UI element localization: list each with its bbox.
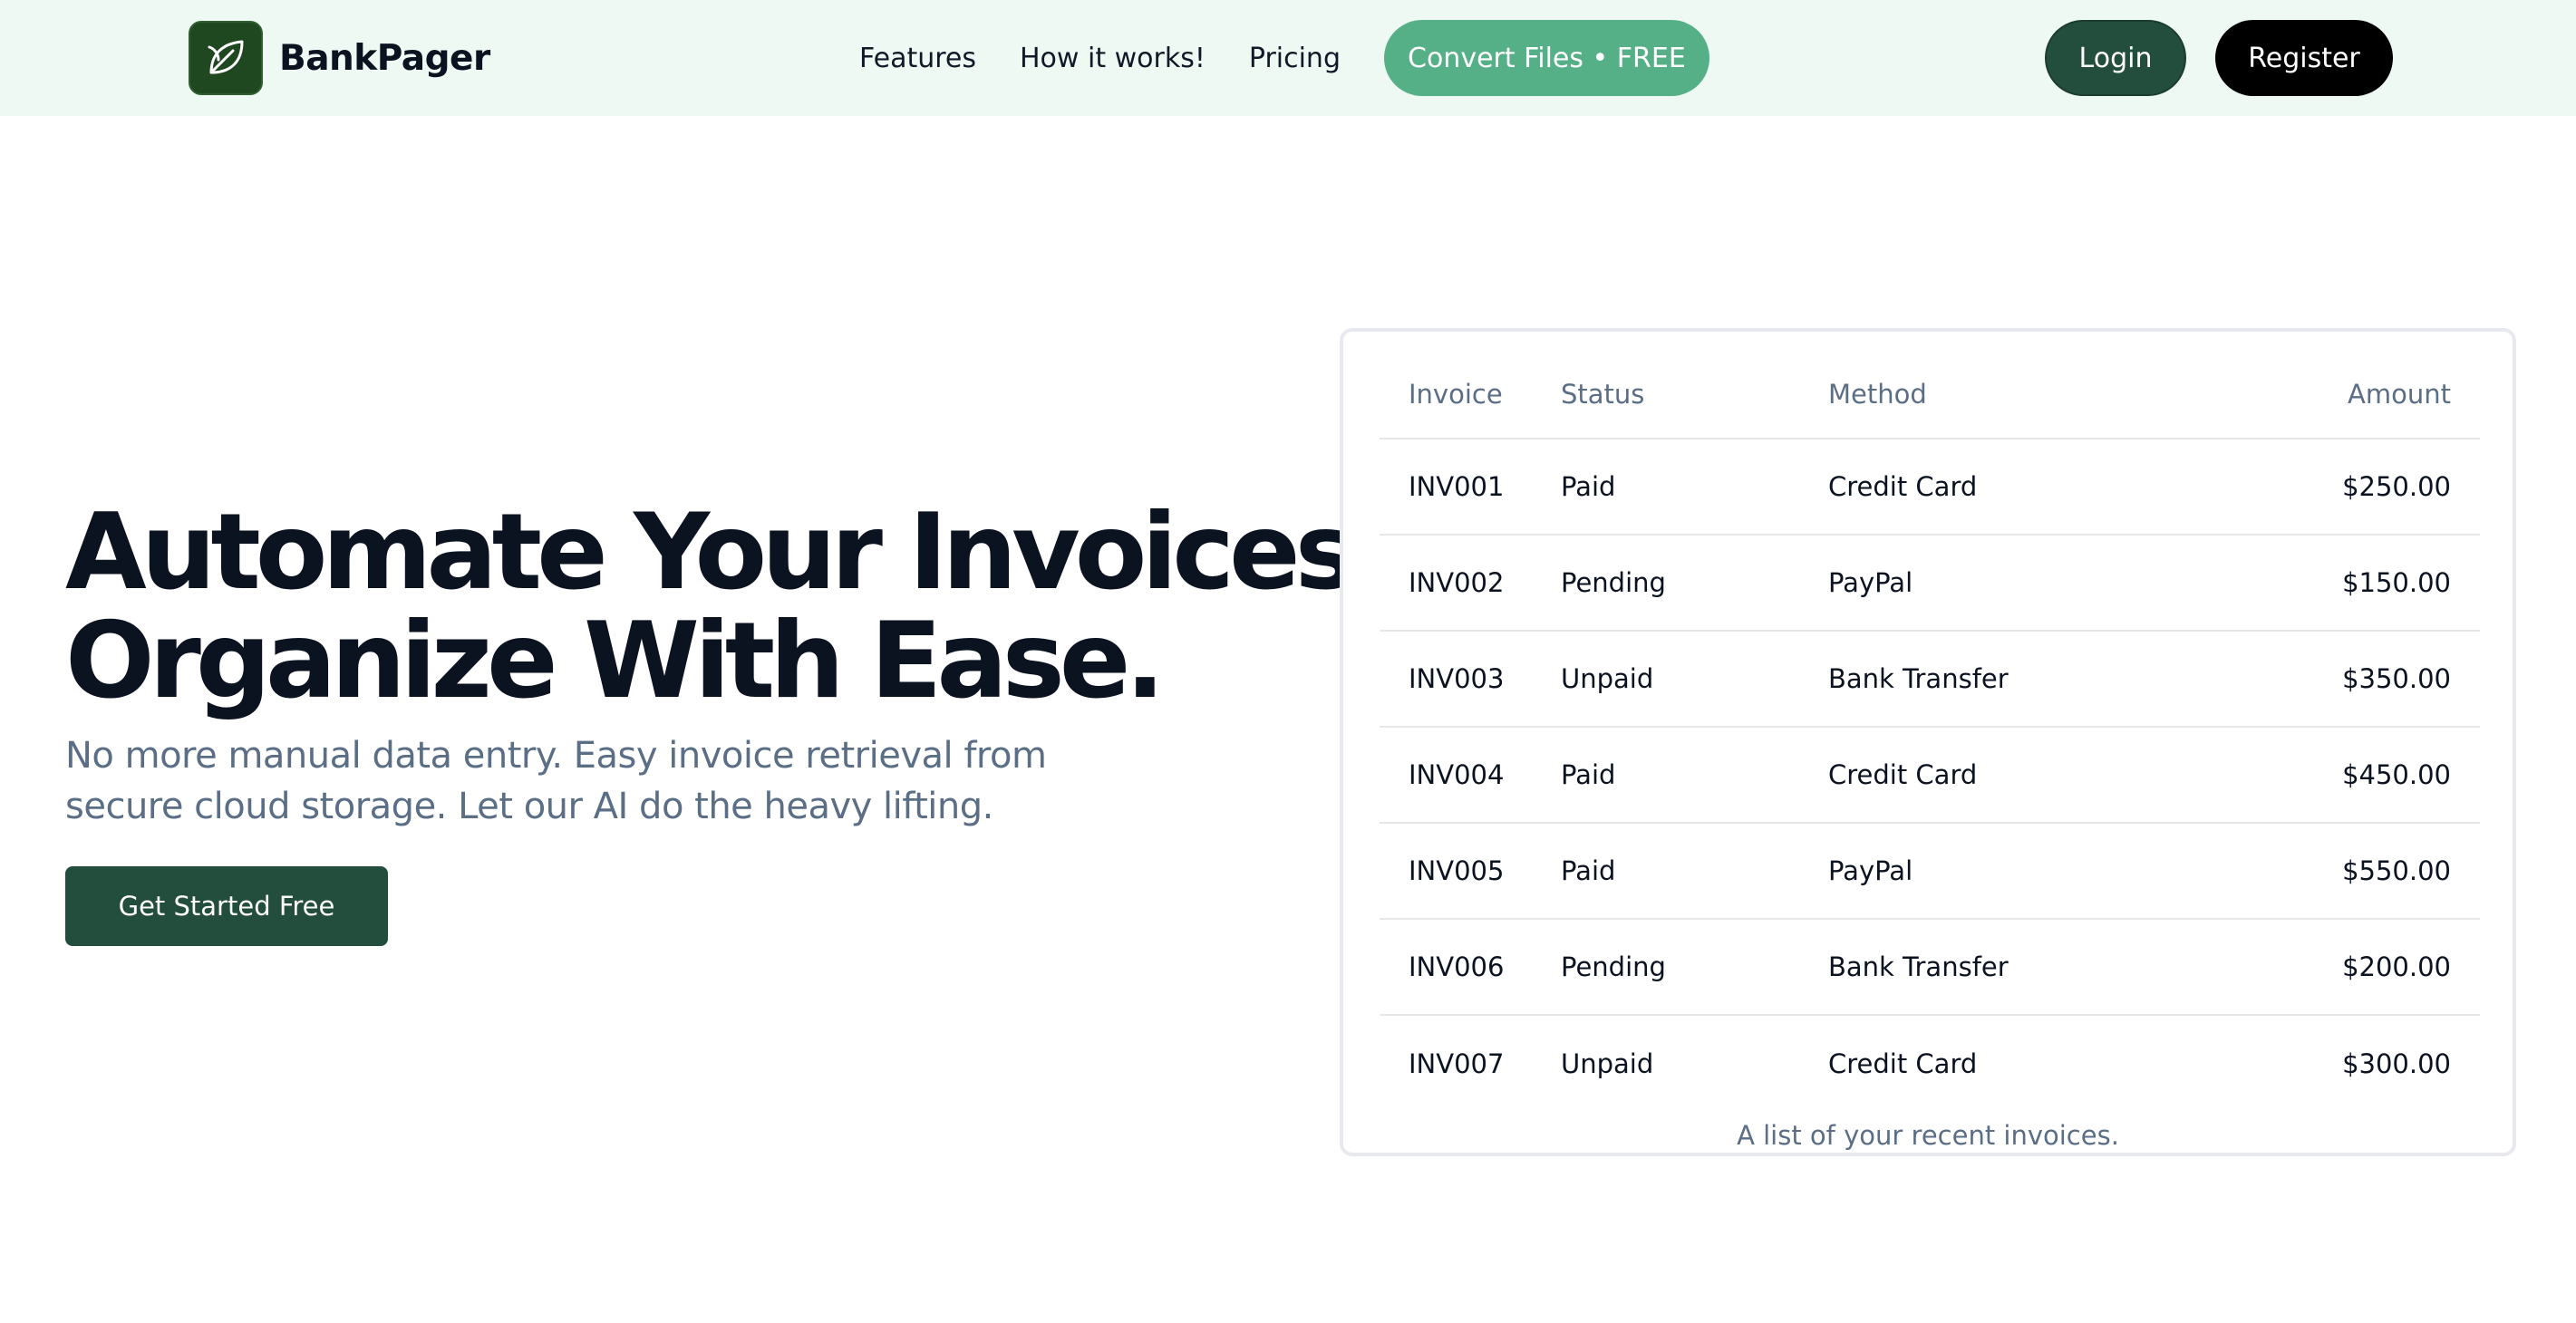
invoice-id-cell: INV007: [1409, 1048, 1505, 1079]
method-cell: Bank Transfer: [1828, 631, 2263, 728]
status-cell: Paid: [1561, 823, 1828, 920]
amount-cell: $300.00: [2342, 1048, 2451, 1079]
status-cell: Pending: [1561, 535, 1828, 632]
invoice-id-cell: INV004: [1380, 727, 1561, 824]
convert-files-button[interactable]: Convert Files • FREE: [1384, 20, 1709, 96]
amount-cell: $150.00: [2263, 535, 2480, 632]
table-caption: A list of your recent invoices.: [1737, 1120, 2119, 1151]
top-navbar: BankPager Features How it works! Pricing…: [0, 0, 2576, 116]
hero-headline: Automate Your Invoices. Organize With Ea…: [65, 491, 1392, 722]
invoice-table-card: Invoice Status Method Amount INV001 Paid…: [1340, 328, 2516, 1156]
column-header-method: Method: [1828, 350, 2263, 439]
invoice-id-cell: INV003: [1380, 631, 1561, 728]
invoice-id-cell: INV005: [1380, 823, 1561, 920]
method-cell: Credit Card: [1828, 439, 2263, 536]
get-started-button[interactable]: Get Started Free: [65, 866, 388, 946]
nav-link-how-it-works[interactable]: How it works!: [1020, 43, 1206, 74]
table-row: INV005 Paid PayPal $550.00: [1380, 823, 2480, 920]
column-header-status: Status: [1561, 350, 1828, 439]
nav-link-features[interactable]: Features: [859, 43, 976, 74]
amount-cell: $450.00: [2263, 727, 2480, 824]
method-cell: PayPal: [1828, 823, 2263, 920]
login-button[interactable]: Login: [2045, 20, 2186, 96]
column-header-amount: Amount: [2263, 350, 2480, 439]
invoice-id-cell: INV002: [1380, 535, 1561, 632]
status-cell: Pending: [1561, 919, 1828, 1016]
table-row: INV004 Paid Credit Card $450.00: [1380, 727, 2480, 824]
method-cell: Credit Card: [1828, 727, 2263, 824]
status-cell: Paid: [1561, 439, 1828, 536]
hero-section: Automate Your Invoices. Organize With Ea…: [65, 491, 1392, 946]
hero-subtext: No more manual data entry. Easy invoice …: [65, 735, 1047, 827]
table-row: INV003 Unpaid Bank Transfer $350.00: [1380, 631, 2480, 728]
table-row: INV001 Paid Credit Card $250.00: [1380, 439, 2480, 536]
table-row: INV002 Pending PayPal $150.00: [1380, 535, 2480, 632]
table-row: INV007 Unpaid Credit Card $300.00: [1380, 1015, 2480, 1111]
invoice-id-cell: INV006: [1380, 919, 1561, 1016]
status-cell: Paid: [1561, 727, 1828, 824]
method-cell: Bank Transfer: [1828, 919, 2263, 1016]
invoice-table: Invoice Status Method Amount INV001 Paid…: [1380, 350, 2480, 1111]
method-cell: Credit Card: [1828, 1048, 1978, 1079]
amount-cell: $200.00: [2263, 919, 2480, 1016]
nav-link-pricing[interactable]: Pricing: [1249, 43, 1341, 74]
table-header-row: Invoice Status Method Amount: [1380, 350, 2480, 439]
register-button[interactable]: Register: [2215, 20, 2393, 96]
amount-cell: $550.00: [2263, 823, 2480, 920]
table-row: INV006 Pending Bank Transfer $200.00: [1380, 919, 2480, 1016]
brand-name: BankPager: [279, 37, 490, 79]
hero-headline-line-2: Organize With Ease.: [65, 600, 1165, 722]
brand[interactable]: BankPager: [189, 20, 490, 96]
nav-links: Features How it works! Pricing Convert F…: [859, 20, 1709, 96]
status-cell: Unpaid: [1561, 1048, 1654, 1079]
leaf-icon: [189, 21, 263, 95]
status-cell: Unpaid: [1561, 631, 1828, 728]
amount-cell: $250.00: [2263, 439, 2480, 536]
method-cell: PayPal: [1828, 535, 2263, 632]
invoice-id-cell: INV001: [1380, 439, 1561, 536]
amount-cell: $350.00: [2263, 631, 2480, 728]
column-header-invoice: Invoice: [1380, 350, 1561, 439]
hero-headline-line-1: Automate Your Invoices.: [65, 491, 1392, 613]
